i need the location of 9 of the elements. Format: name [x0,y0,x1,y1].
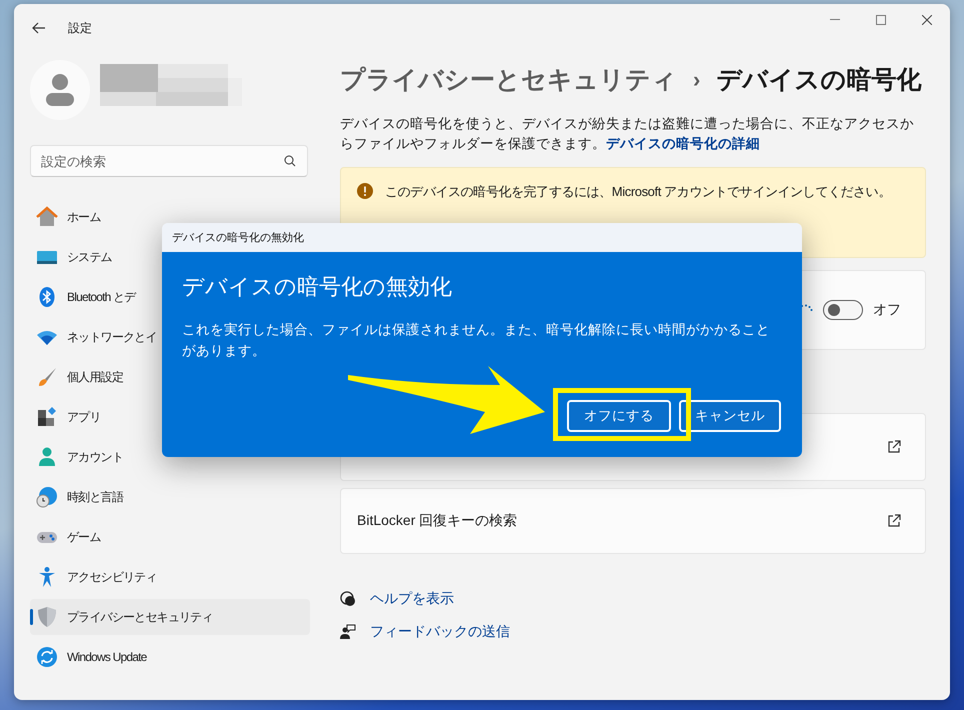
breadcrumb-separator: › [693,66,700,94]
toggle-state-label: オフ [873,301,901,319]
dialog-heading: デバイスの暗号化の無効化 [182,273,453,301]
description-text: デバイスの暗号化を使うと、デバイスが紛失または盗難に遭った場合に、不正なアクセスからファイルやフォルダーを保護できます。デバイスの暗号化の詳細 [340,115,915,153]
warning-message: このデバイスの暗号化を完了するには、Microsoft アカウントでサインインしてください。 [385,183,891,201]
page-title: デバイスの暗号化 [716,65,922,96]
dialog-title: デバイスの暗号化の無効化 [172,230,304,245]
window-title: 設定 [68,20,92,36]
dialog-message: これを実行した場合、ファイルは保護されません。また、暗号化解除に長い時間がかかることがあります。 [182,321,771,360]
